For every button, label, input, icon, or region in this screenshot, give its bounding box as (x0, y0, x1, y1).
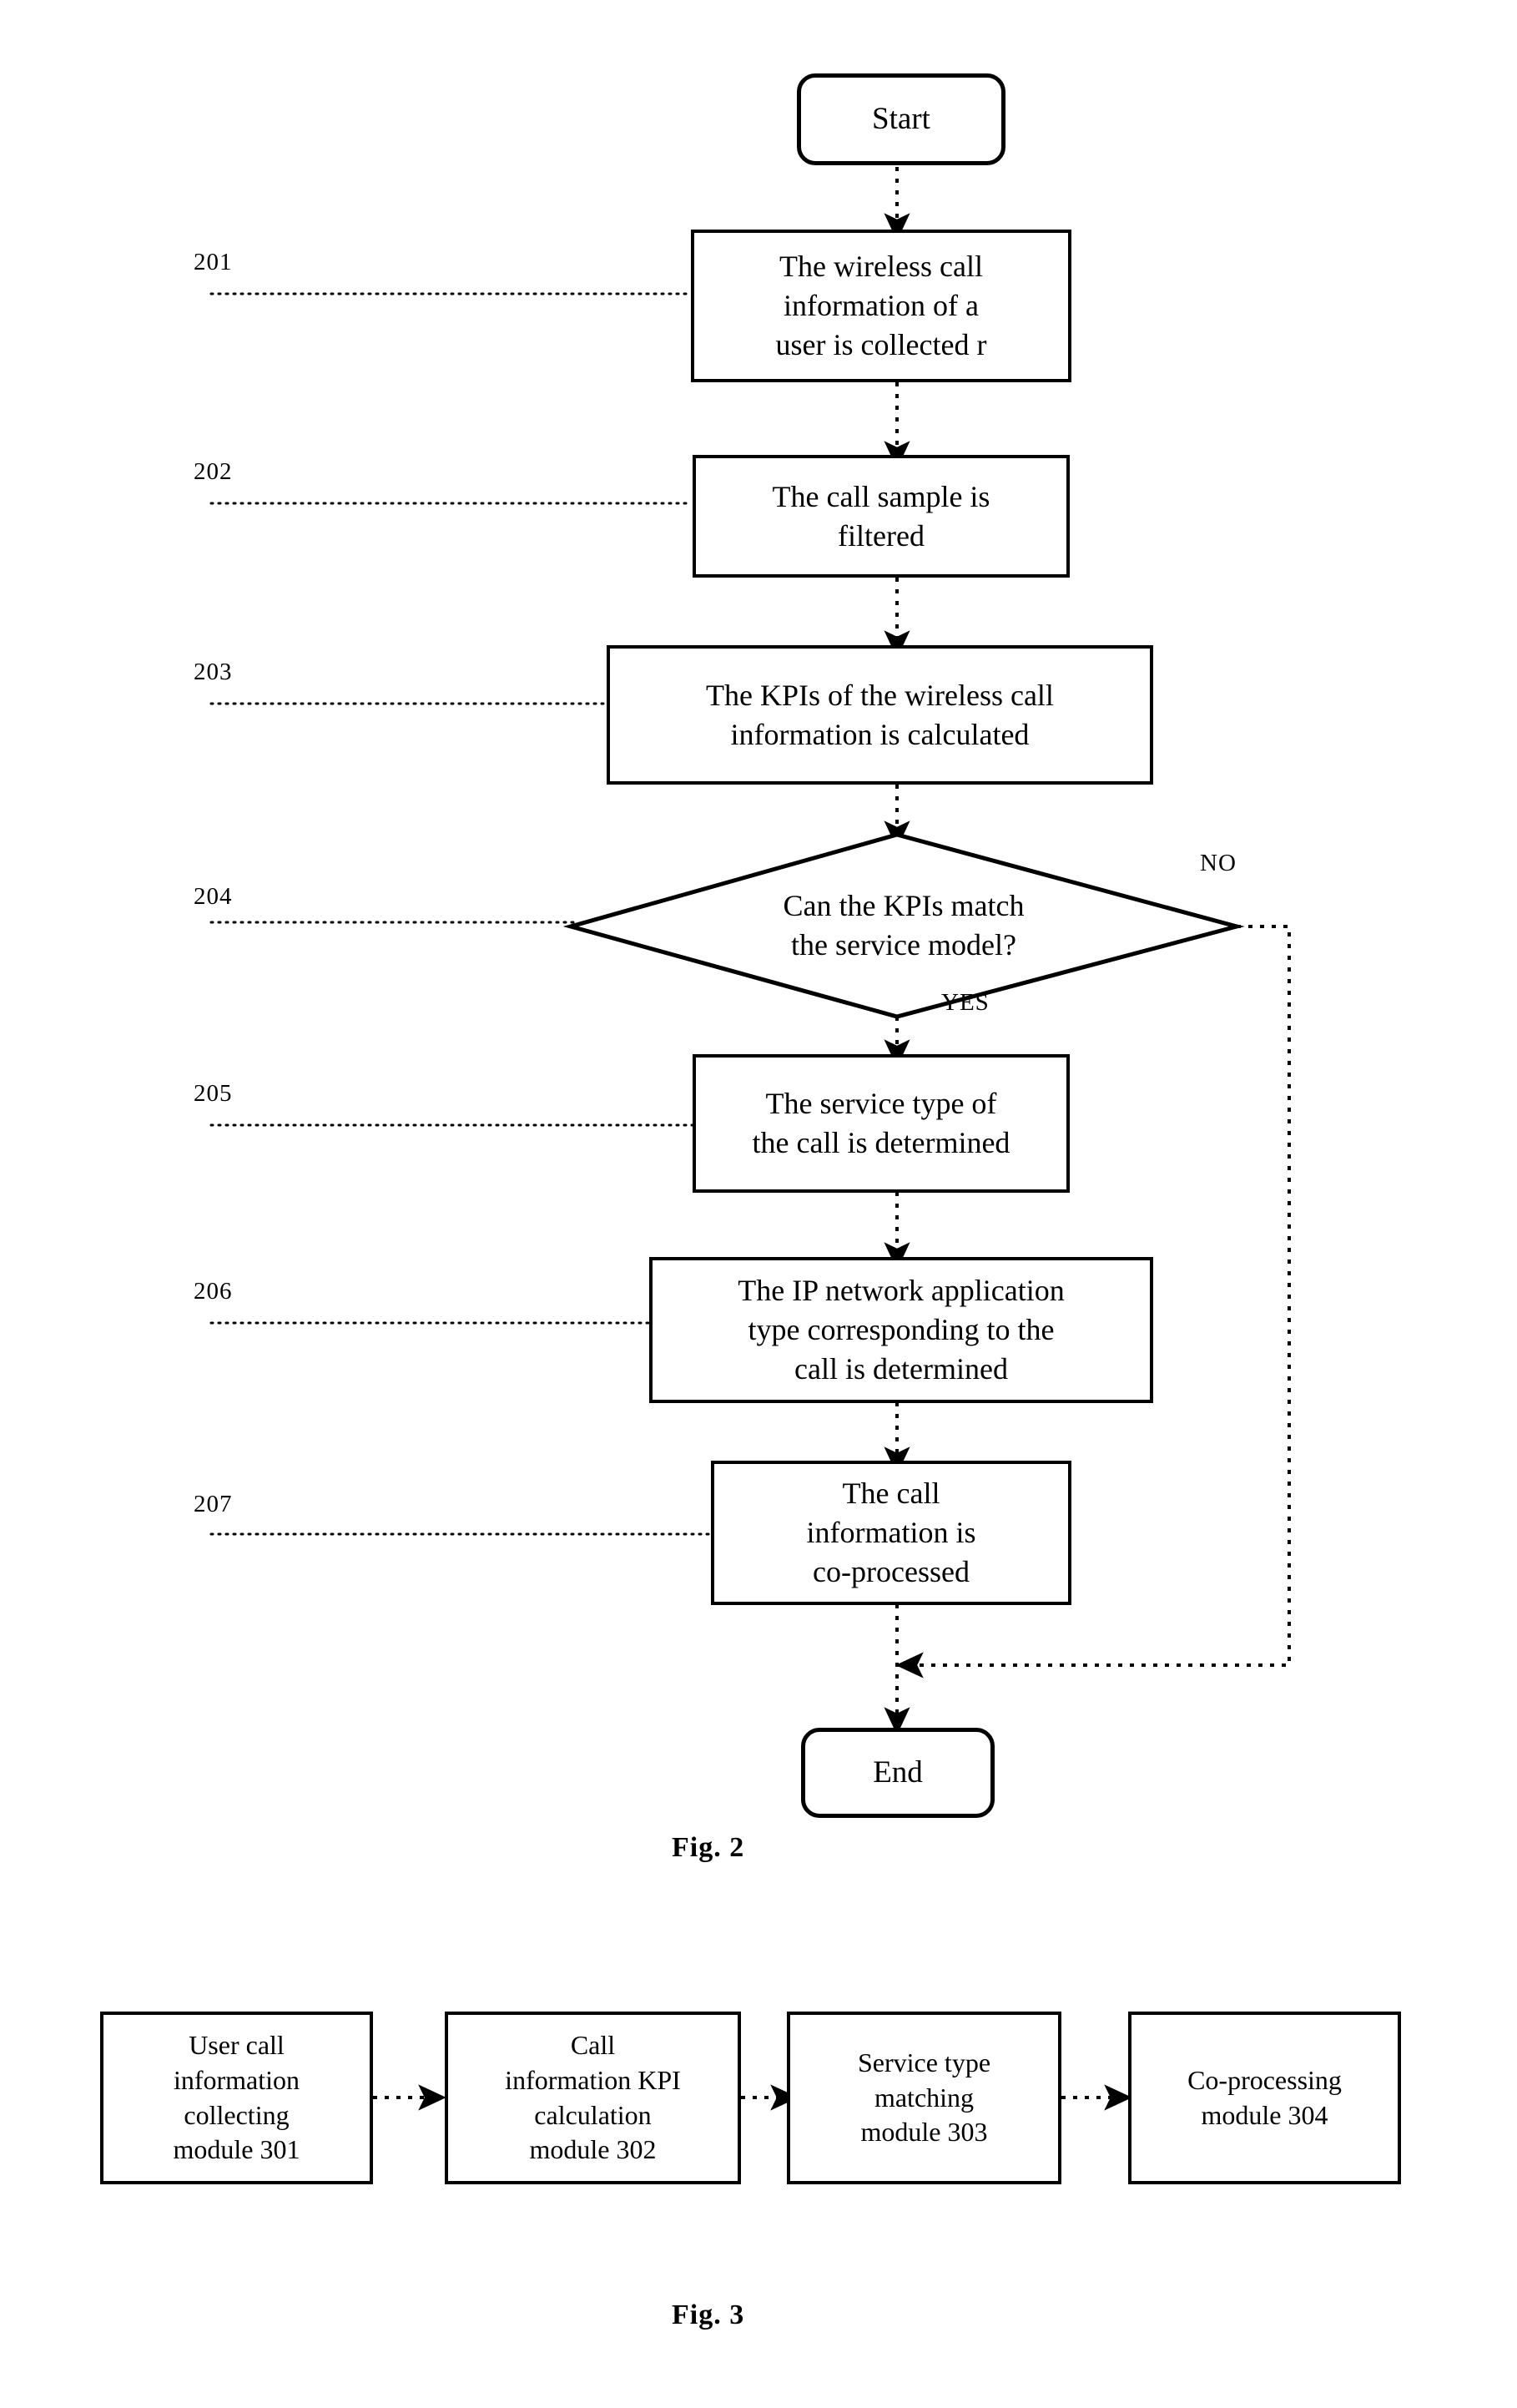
flow-node-start: Start (797, 73, 1005, 165)
flow-node-201: The wireless call information of a user … (691, 230, 1071, 382)
flow-node-end-label: End (873, 1754, 923, 1790)
flow-node-203: The KPIs of the wireless call informatio… (607, 645, 1153, 785)
step-number-204: 204 (194, 883, 233, 910)
flow-node-202-label: The call sample is filtered (772, 479, 990, 553)
module-box-301-label: User call information collecting module … (173, 2030, 300, 2165)
module-box-302-label: Call information KPI calculation module … (505, 2030, 681, 2165)
step-number-202: 202 (194, 458, 233, 485)
flow-node-end: End (801, 1728, 995, 1818)
flow-node-205-label: The service type of the call is determin… (752, 1087, 1010, 1159)
step-number-207: 207 (194, 1491, 233, 1517)
flow-node-207: The call information is co-processed (711, 1461, 1071, 1605)
step-number-203: 203 (194, 659, 233, 685)
module-box-303-label: Service type matching module 303 (857, 2047, 991, 2148)
flow-node-201-label: The wireless call information of a user … (775, 250, 987, 361)
figure-caption-3: Fig. 3 (672, 2299, 745, 2330)
flow-node-202: The call sample is filtered (693, 455, 1070, 578)
flow-node-205: The service type of the call is determin… (693, 1054, 1070, 1193)
module-box-304: Co-processing module 304 (1128, 2012, 1401, 2184)
flow-node-207-label: The call information is co-processed (806, 1477, 976, 1588)
flow-node-start-label: Start (872, 101, 930, 136)
step-number-206: 206 (194, 1278, 233, 1305)
figure-caption-2: Fig. 2 (672, 1832, 745, 1863)
flow-node-203-label: The KPIs of the wireless call informatio… (706, 678, 1054, 751)
step-number-205: 205 (194, 1080, 233, 1107)
module-box-304-label: Co-processing module 304 (1187, 2064, 1342, 2130)
branch-label-yes: YES (941, 989, 990, 1016)
flow-node-206-label: The IP network application type correspo… (738, 1274, 1065, 1386)
step-number-201: 201 (194, 249, 233, 275)
flow-node-204-label: Can the KPIs match the service model? (783, 889, 1025, 962)
module-box-303: Service type matching module 303 (787, 2012, 1061, 2184)
branch-label-no: NO (1200, 850, 1237, 876)
flow-node-206: The IP network application type correspo… (649, 1257, 1153, 1403)
module-box-301: User call information collecting module … (100, 2012, 373, 2184)
module-box-302: Call information KPI calculation module … (445, 2012, 741, 2184)
patent-figure-sheet: Start The wireless call information of a… (0, 0, 1517, 2408)
flow-node-204: Can the KPIs match the service model? (571, 835, 1237, 1017)
